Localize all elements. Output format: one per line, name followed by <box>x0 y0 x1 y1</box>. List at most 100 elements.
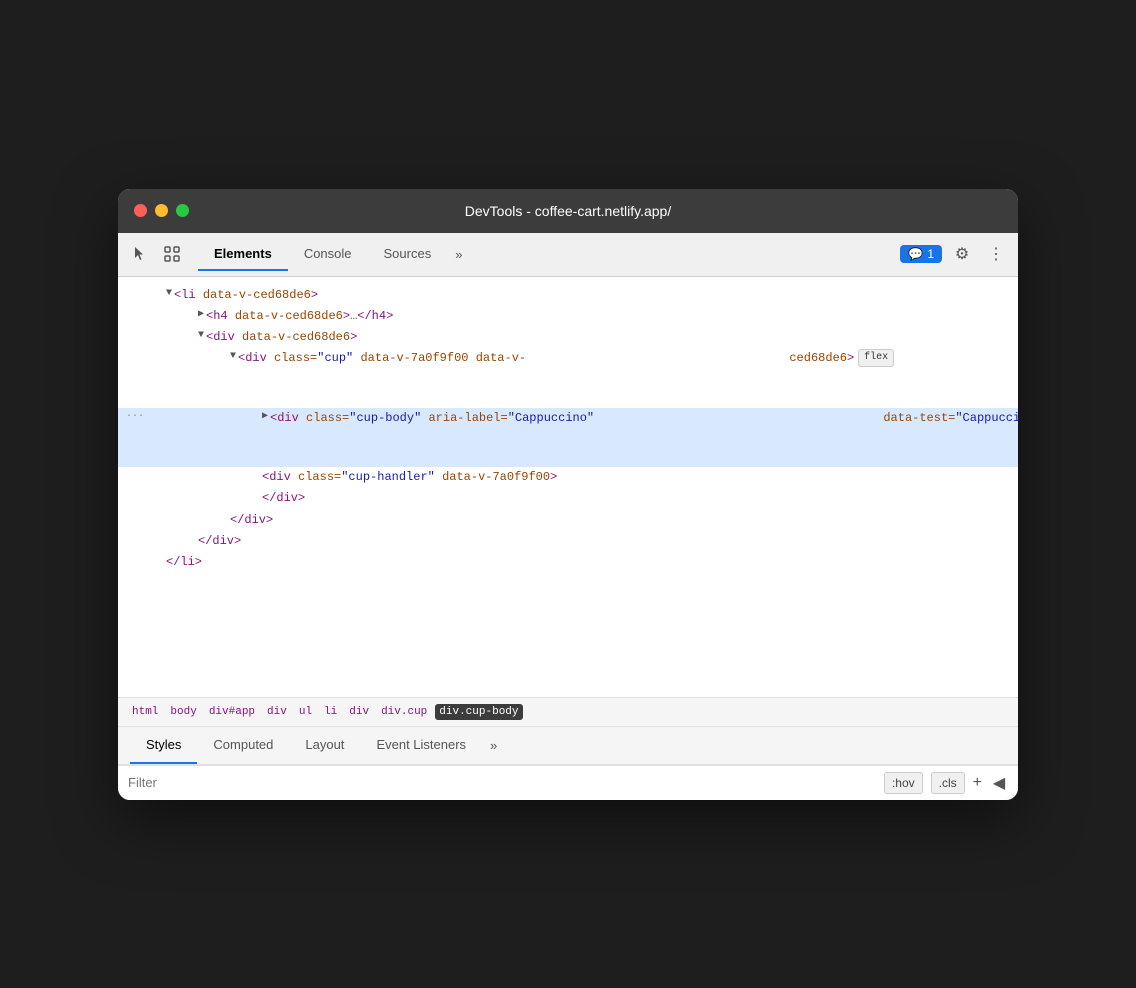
tag: <h4 <box>206 307 235 326</box>
close-button[interactable] <box>134 204 147 217</box>
toolbar: Elements Console Sources » 💬 1 ⚙ ⋮ <box>118 233 1018 277</box>
tab-event-listeners[interactable]: Event Listeners <box>360 727 482 764</box>
devtools-window: DevTools - coffee-cart.netlify.app/ Elem… <box>118 189 1018 800</box>
html-line[interactable]: </li> <box>118 552 1018 573</box>
tab-console[interactable]: Console <box>288 238 368 271</box>
attr-name: class= <box>298 468 341 487</box>
notification-count: 1 <box>927 247 934 261</box>
tab-computed[interactable]: Computed <box>197 727 289 764</box>
tag: > <box>350 328 357 347</box>
filter-input[interactable] <box>128 775 876 790</box>
breadcrumb-divcup[interactable]: div.cup <box>377 704 431 720</box>
attr-name: data-v-7a0f9f00 <box>360 349 468 368</box>
line-dots <box>126 532 146 548</box>
tag: <div <box>270 409 306 428</box>
attr-value: "cup-handler" <box>341 468 435 487</box>
tag: <div <box>262 468 298 487</box>
bottom-tab-more[interactable]: » <box>482 728 505 763</box>
line-dots <box>126 286 146 302</box>
breadcrumb-body[interactable]: body <box>166 704 200 720</box>
triangle-icon[interactable]: ▼ <box>230 349 236 365</box>
line-dots <box>126 349 146 365</box>
tag: </h4> <box>357 307 393 326</box>
line-dots <box>126 511 146 527</box>
maximize-button[interactable] <box>176 204 189 217</box>
cursor-icon[interactable] <box>126 240 154 268</box>
tag: > <box>847 349 854 368</box>
chat-icon: 💬 <box>908 247 923 261</box>
tag: </div> <box>198 532 241 551</box>
plain <box>353 349 360 368</box>
html-line[interactable]: ▼ <div class="cup" data-v-7a0f9f00 data-… <box>118 348 1018 408</box>
tab-styles[interactable]: Styles <box>130 727 197 764</box>
selected-html-line[interactable]: ··· ▶ <div class="cup-body" aria-label="… <box>118 408 1018 468</box>
triangle-icon[interactable]: ▼ <box>166 286 172 302</box>
elements-panel: ▼ <li data-v-ced68de6 > ▶ <h4 data-v-ced… <box>118 277 1018 697</box>
attr-name: class= <box>306 409 349 428</box>
breadcrumb-li[interactable]: li <box>320 704 341 720</box>
plain <box>421 409 428 428</box>
line-dots <box>126 489 146 505</box>
cls-button[interactable]: .cls <box>931 772 965 794</box>
html-line[interactable]: ▼ <div data-v-ced68de6 > <box>118 327 1018 348</box>
ellipsis: … <box>350 307 357 326</box>
breadcrumb-div2[interactable]: div <box>345 704 373 720</box>
toolbar-tabs: Elements Console Sources » <box>190 238 896 271</box>
plain <box>469 349 476 368</box>
html-line[interactable]: ▼ <li data-v-ced68de6 > <box>118 285 1018 306</box>
tag: > <box>343 307 350 326</box>
attr-value: "cup" <box>317 349 353 368</box>
tag: <li <box>174 286 203 305</box>
traffic-lights <box>134 204 189 217</box>
attr-name: data-v- <box>476 349 526 368</box>
attr-name: ced68de6 <box>789 349 847 368</box>
window-title: DevTools - coffee-cart.netlify.app/ <box>465 203 671 219</box>
filter-bar: :hov .cls + ◀ <box>118 765 1018 800</box>
html-line[interactable]: <div class="cup-handler" data-v-7a0f9f00… <box>118 467 1018 488</box>
breadcrumb-divapp[interactable]: div#app <box>205 704 259 720</box>
html-line[interactable]: ▶ <h4 data-v-ced68de6 > … </h4> <box>118 306 1018 327</box>
plain <box>435 468 442 487</box>
tag: <div <box>206 328 242 347</box>
attr-name: data-v-ced68de6 <box>203 286 311 305</box>
tag: > <box>311 286 318 305</box>
minimize-button[interactable] <box>155 204 168 217</box>
breadcrumb-html[interactable]: html <box>128 704 162 720</box>
attr-name: data-test= <box>883 409 955 428</box>
inspect-icon[interactable] <box>158 240 186 268</box>
tab-elements[interactable]: Elements <box>198 238 288 271</box>
attr-name: aria-label= <box>428 409 507 428</box>
html-line[interactable]: </div> <box>118 488 1018 509</box>
attr-name: data-v-ced68de6 <box>235 307 343 326</box>
html-line[interactable]: </div> <box>118 510 1018 531</box>
attr-value: "Cappuccino" <box>508 409 594 428</box>
triangle-icon[interactable]: ▼ <box>198 328 204 344</box>
tag: </li> <box>166 553 202 572</box>
line-dots: ··· <box>126 409 146 425</box>
notification-badge[interactable]: 💬 1 <box>900 245 942 263</box>
tag: </div> <box>230 511 273 530</box>
attr-name: data-v-ced68de6 <box>242 328 350 347</box>
html-line[interactable]: </div> <box>118 531 1018 552</box>
settings-button[interactable]: ⚙ <box>948 240 976 268</box>
tab-sources[interactable]: Sources <box>368 238 448 271</box>
line-dots <box>126 307 146 323</box>
tag: </div> <box>262 489 305 508</box>
triangle-icon[interactable]: ▶ <box>198 307 204 323</box>
breadcrumb-ul[interactable]: ul <box>295 704 316 720</box>
line-dots <box>126 553 146 569</box>
add-style-button[interactable]: + <box>973 774 982 792</box>
tab-more[interactable]: » <box>447 239 470 270</box>
breadcrumb-div1[interactable]: div <box>263 704 291 720</box>
hov-button[interactable]: :hov <box>884 772 923 794</box>
more-menu-button[interactable]: ⋮ <box>982 240 1010 268</box>
tab-layout[interactable]: Layout <box>289 727 360 764</box>
line-dots <box>126 468 146 484</box>
flex-badge[interactable]: flex <box>858 349 894 367</box>
line-dots <box>126 328 146 344</box>
collapse-button[interactable]: ◀ <box>990 774 1008 792</box>
titlebar: DevTools - coffee-cart.netlify.app/ <box>118 189 1018 233</box>
breadcrumb-divcupbody[interactable]: div.cup-body <box>435 704 522 720</box>
attr-value: "cup-body" <box>349 409 421 428</box>
triangle-icon[interactable]: ▶ <box>262 409 268 425</box>
